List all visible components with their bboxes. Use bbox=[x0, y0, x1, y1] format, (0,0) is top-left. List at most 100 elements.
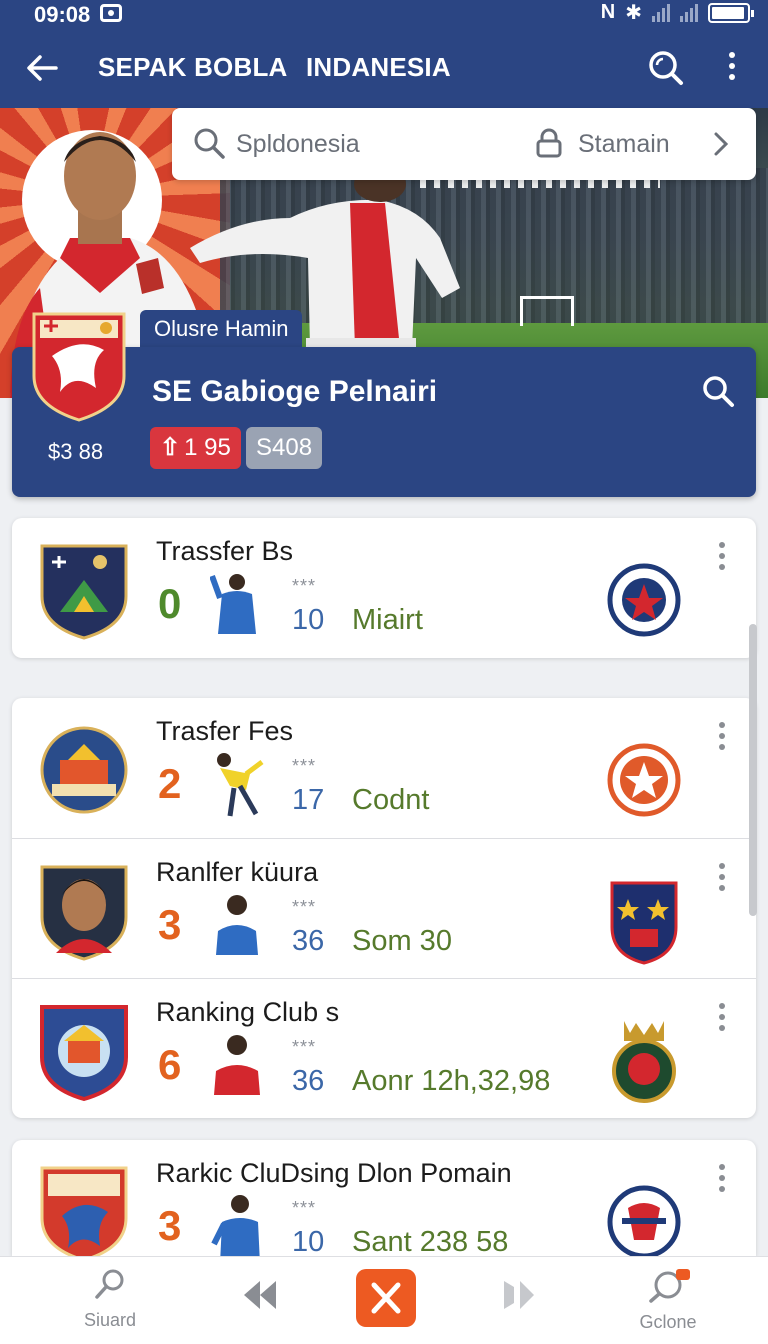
row-menu-icon[interactable] bbox=[716, 1164, 728, 1197]
rank-number: 0 bbox=[158, 580, 182, 627]
list-item[interactable]: Rarkic CluDsing Dlon Pomain 3 *** 10 San… bbox=[12, 1140, 756, 1256]
rank-number: 3 bbox=[158, 901, 182, 948]
club-name: Trasfer Fes bbox=[156, 716, 294, 746]
status-time: 09:08 bbox=[34, 2, 91, 27]
opponent-crest bbox=[610, 881, 678, 965]
bluetooth-icon: ✱ bbox=[625, 2, 642, 24]
opponent-crest bbox=[607, 1185, 681, 1256]
app-title-region[interactable]: INDANESIA bbox=[306, 52, 451, 83]
player-number: 10 bbox=[292, 1226, 325, 1256]
change-value: 1 95 bbox=[184, 434, 231, 461]
value-badge: S408 bbox=[246, 427, 323, 469]
player-number: 17 bbox=[292, 784, 325, 816]
rank-number: 3 bbox=[158, 1202, 182, 1249]
change-badge: ⇧ 1 95 bbox=[150, 427, 241, 469]
system-icons: N ✱ bbox=[600, 0, 754, 25]
player-avatar bbox=[211, 1195, 260, 1256]
forward-icon bbox=[504, 1281, 534, 1309]
list-item[interactable]: Ranking Club s 6 *** 36 Aonr 12h,32,98 bbox=[12, 978, 756, 1118]
player-avatar bbox=[217, 753, 264, 817]
player-avatar bbox=[210, 574, 256, 634]
notification-search-icon bbox=[649, 1269, 690, 1303]
featured-price: $3 88 bbox=[48, 439, 104, 464]
opponent-crest bbox=[607, 743, 681, 817]
rating-stars: *** bbox=[292, 1198, 317, 1218]
app-screen: 09:08 N ✱ SEPAK BOBLA INDANESIA Spldones… bbox=[0, 0, 768, 1344]
back-arrow-icon[interactable] bbox=[22, 48, 62, 88]
club-crest bbox=[40, 1005, 128, 1101]
nav-search-label: Siuard bbox=[83, 1310, 137, 1330]
club-crest bbox=[40, 1166, 128, 1256]
signal-icon-2 bbox=[680, 3, 698, 22]
search-bar[interactable]: Spldonesia Stamain bbox=[172, 108, 756, 180]
scrollbar[interactable] bbox=[749, 624, 757, 916]
rating-stars: *** bbox=[292, 756, 317, 776]
rank-number: 2 bbox=[158, 760, 182, 807]
player-avatar bbox=[214, 1035, 260, 1095]
club-crest bbox=[40, 544, 128, 640]
club-name: Ranking Club s bbox=[156, 997, 340, 1027]
player-avatar bbox=[216, 895, 258, 955]
nfc-icon: N bbox=[600, 1, 616, 23]
chevron-right-icon[interactable] bbox=[710, 130, 732, 158]
status-bar: 09:08 N ✱ bbox=[0, 0, 768, 27]
row-menu-icon[interactable] bbox=[716, 542, 728, 575]
banner-tag: Olusre Hamin bbox=[140, 310, 303, 348]
nav-search[interactable]: Siuard bbox=[80, 1267, 140, 1331]
row-menu-icon[interactable] bbox=[716, 1003, 728, 1036]
nav-explore-label: Gclone bbox=[639, 1312, 697, 1332]
ranking-card-2: Trasfer Fes 2 *** 17 Codnt Ranlfer küura… bbox=[12, 698, 756, 1118]
search-icon[interactable] bbox=[646, 48, 686, 88]
search-icon[interactable] bbox=[700, 373, 736, 409]
search-icon bbox=[95, 1269, 124, 1299]
bottom-navigation: Siuard Gclone bbox=[0, 1256, 768, 1344]
opponent-crest bbox=[607, 563, 681, 637]
featured-club-name: SE Gabioge Pelnairi bbox=[152, 375, 438, 408]
club-name: Ranlfer küura bbox=[156, 857, 319, 887]
row-meta: Miairt bbox=[352, 604, 423, 636]
nav-close-button[interactable] bbox=[356, 1269, 416, 1327]
signal-icon bbox=[652, 3, 670, 22]
rating-stars: *** bbox=[292, 1037, 317, 1057]
player-number: 36 bbox=[292, 925, 325, 957]
app-title: SEPAK BOBLA bbox=[98, 52, 288, 82]
rewind-icon bbox=[244, 1281, 276, 1309]
search-icon bbox=[194, 128, 225, 159]
ranking-card-1: Trassfer Bs 0 *** 10 Miairt bbox=[12, 518, 756, 658]
ranking-card-3: Rarkic CluDsing Dlon Pomain 3 *** 10 San… bbox=[12, 1140, 756, 1256]
battery-icon bbox=[708, 2, 754, 23]
player-number: 10 bbox=[292, 604, 325, 636]
row-menu-icon[interactable] bbox=[716, 863, 728, 896]
close-icon bbox=[371, 1282, 401, 1314]
nav-next[interactable] bbox=[494, 1279, 542, 1316]
club-crest bbox=[40, 865, 128, 961]
nav-previous[interactable] bbox=[236, 1279, 284, 1316]
search-input[interactable]: Spldonesia bbox=[236, 130, 360, 159]
row-meta: Sant 238 58 bbox=[352, 1226, 509, 1256]
arrow-up-icon: ⇧ bbox=[160, 434, 181, 461]
search-scope-label[interactable]: Stamain bbox=[578, 130, 670, 159]
row-meta: Aonr 12h,32,98 bbox=[352, 1065, 551, 1097]
opponent-crest bbox=[612, 1021, 676, 1103]
rating-stars: *** bbox=[292, 576, 317, 596]
row-meta: Codnt bbox=[352, 784, 430, 816]
goal-frame bbox=[520, 296, 574, 326]
list-item[interactable]: Ranlfer küura 3 *** 36 Som 30 bbox=[12, 838, 756, 978]
row-menu-icon[interactable] bbox=[716, 722, 728, 755]
club-crest bbox=[40, 726, 128, 814]
row-meta: Som 30 bbox=[352, 925, 452, 957]
lock-icon bbox=[536, 128, 562, 158]
nav-explore[interactable]: Gclone bbox=[632, 1267, 704, 1333]
top-bar: 09:08 N ✱ SEPAK BOBLA INDANESIA bbox=[0, 0, 768, 108]
list-item[interactable]: Trasfer Fes 2 *** 17 Codnt bbox=[12, 698, 756, 838]
player-number: 36 bbox=[292, 1065, 325, 1097]
overflow-menu-icon[interactable] bbox=[726, 52, 738, 84]
app-bar: SEPAK BOBLA INDANESIA bbox=[0, 40, 768, 96]
list-item[interactable]: Trassfer Bs 0 *** 10 Miairt bbox=[12, 518, 756, 658]
club-name: Trassfer Bs bbox=[156, 536, 294, 566]
screen-record-icon bbox=[100, 4, 122, 22]
featured-club-crest bbox=[32, 312, 126, 422]
rank-number: 6 bbox=[158, 1041, 182, 1088]
club-name: Rarkic CluDsing Dlon Pomain bbox=[156, 1158, 512, 1188]
rating-stars: *** bbox=[292, 897, 317, 917]
